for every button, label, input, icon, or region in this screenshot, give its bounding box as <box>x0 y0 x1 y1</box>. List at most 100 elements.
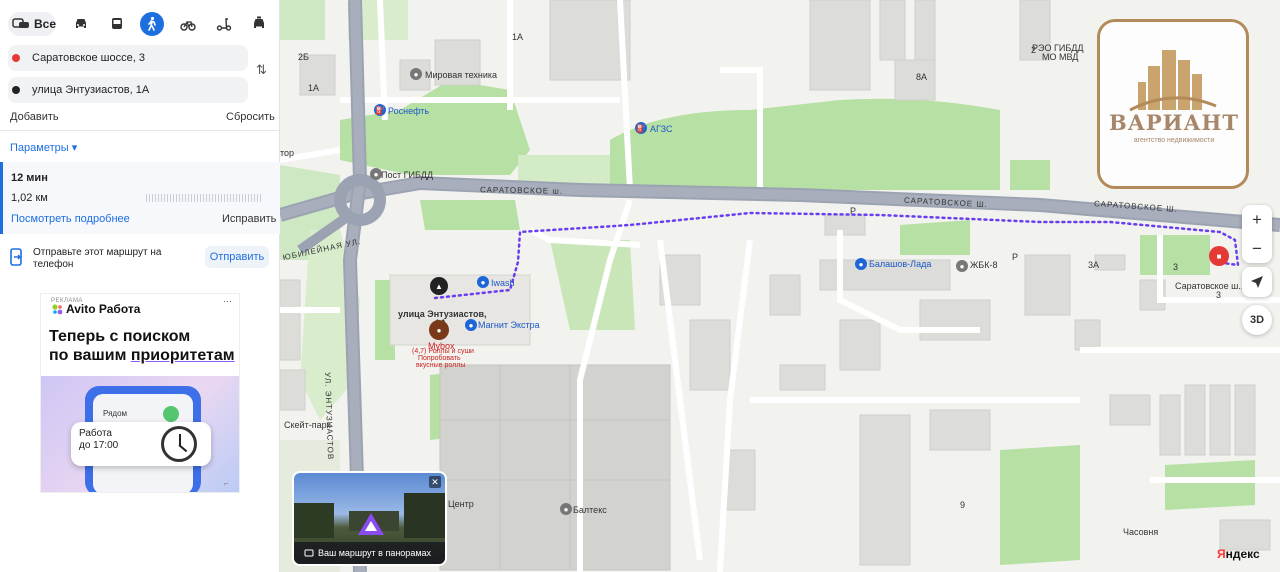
params-button[interactable]: Параметры ▾ <box>10 141 77 154</box>
avito-logo-icon <box>52 304 63 315</box>
ad-banner[interactable]: РЕКЛАМА ⋯ Avito Работа Теперь с поиском … <box>40 293 240 493</box>
map-canvas[interactable]: 2Б 1А 1А 2 8А 3А 3 Р Р тор ● Мировая тех… <box>280 0 1280 572</box>
add-point-button[interactable]: Добавить <box>10 111 59 123</box>
elevation-bar <box>146 194 262 202</box>
to-field[interactable]: улица Энтузиастов, 1А <box>8 77 248 103</box>
start-label: Саратовское ш., <box>1175 281 1244 291</box>
ad-expand-icon[interactable]: ⌐ <box>224 479 229 488</box>
poi-label-balashov[interactable]: Балашов-Лада <box>869 259 931 269</box>
poi-label-mirovaya[interactable]: Мировая техника <box>425 70 497 80</box>
ad-headline: Теперь с поиском по вашим приоритетам <box>49 327 239 365</box>
send-route-button[interactable]: Отправить <box>205 246 269 268</box>
ad-toggle-icon <box>163 406 179 422</box>
location-arrow-icon <box>1251 276 1263 288</box>
car-wash-icon[interactable]: ● <box>477 276 489 288</box>
poi-label-chasovnya[interactable]: Часовня <box>1123 527 1158 537</box>
map-label: 8А <box>916 72 928 82</box>
poi-label-rosneft[interactable]: Роснефть <box>388 106 429 116</box>
send-route-text: Отправьте этот маршрут на телефон <box>33 247 162 270</box>
phone-icon <box>10 248 22 266</box>
poi-label-baltex[interactable]: Балтекс <box>573 505 607 515</box>
finish-pin-icon[interactable]: ▲ <box>430 277 448 295</box>
poi-label-iwash[interactable]: Iwash <box>491 278 515 288</box>
ad-visual: Рядом Работа до 17:00 <box>41 376 239 492</box>
swap-icon[interactable]: ⇅ <box>256 62 267 78</box>
from-value: Саратовское шоссе, 3 <box>32 52 145 64</box>
mode-all-button[interactable]: Все <box>8 12 56 36</box>
ad-brand-label: Avito Работа <box>66 302 141 316</box>
panorama-close-button[interactable]: ✕ <box>429 476 441 488</box>
factory-icon[interactable]: ● <box>956 260 968 272</box>
map-label: 9 <box>960 500 966 510</box>
ad-headline-line1: Теперь с поиском <box>49 328 191 345</box>
zoom-control: + − <box>1242 205 1272 263</box>
ad-headline-line2: по вашим <box>49 347 131 364</box>
from-dot-icon <box>12 54 20 62</box>
poi-label-zhbk[interactable]: ЖБК-8 <box>970 260 997 270</box>
yandex-logo-y: Я <box>1217 547 1226 561</box>
scooter-icon[interactable] <box>212 12 236 36</box>
route-time: 12 мин <box>11 172 48 184</box>
poi-label-mybox-3: вкусные роллы <box>416 362 466 369</box>
ad-menu-icon[interactable]: ⋯ <box>223 296 232 307</box>
agency-logo: ВАРИАНТ агентство недвижимости <box>1097 19 1249 189</box>
ad-card-line2: до 17:00 <box>79 440 119 451</box>
map-label: 1А <box>512 32 524 42</box>
map-label: 3 <box>1173 262 1179 272</box>
ad-card-line1: Работа <box>79 428 112 439</box>
map-label: 1А <box>308 83 320 93</box>
buildings-logo-icon <box>1129 50 1217 112</box>
divider <box>0 130 280 131</box>
fuel-icon[interactable]: ⛽ <box>635 122 647 134</box>
shop-icon[interactable]: ● <box>465 319 477 331</box>
zoom-out-button[interactable]: − <box>1242 234 1272 263</box>
poi-label-skate[interactable]: Скейт-парк <box>284 420 331 430</box>
building-icon[interactable]: ● <box>560 503 572 515</box>
panorama-caption-text: Ваш маршрут в панорамах <box>318 548 432 558</box>
transport-modes: Все <box>0 0 280 46</box>
restaurant-icon[interactable]: ● <box>429 320 449 340</box>
locate-button[interactable] <box>1242 267 1272 297</box>
yandex-logo: Яндекс <box>1217 547 1260 561</box>
yandex-logo-rest: ндекс <box>1225 547 1260 561</box>
reset-button[interactable]: Сбросить <box>226 111 275 123</box>
bus-icon[interactable] <box>105 12 129 36</box>
panorama-icon <box>304 549 314 557</box>
shop-icon[interactable]: ● <box>410 68 422 80</box>
route-fix-link[interactable]: Исправить <box>222 213 276 225</box>
ad-near-label: Рядом <box>103 409 128 418</box>
start-label-2: 3 <box>1216 290 1222 300</box>
logo-subtitle: агентство недвижимости <box>1133 137 1215 144</box>
poi-label-centr[interactable]: Центр <box>448 499 474 509</box>
car-dealer-icon[interactable]: ● <box>855 258 867 270</box>
poi-label-mybox-rating: (4,7) Роллы и суши <box>412 348 474 355</box>
taxi-icon[interactable] <box>247 12 271 36</box>
poi-label-mvd[interactable]: МО МВД <box>1042 52 1078 62</box>
walk-icon[interactable] <box>140 12 164 36</box>
panorama-caption: Ваш маршрут в панорамах <box>294 542 445 564</box>
route-details-link[interactable]: Посмотреть подробнее <box>11 213 130 225</box>
poi-label-mybox-2: Попробовать <box>418 355 461 362</box>
clock-icon <box>161 426 197 462</box>
poi-label-magnit[interactable]: Магнит Экстра <box>478 320 540 330</box>
to-value: улица Энтузиастов, 1А <box>32 84 150 96</box>
car-bus-icon <box>12 18 29 28</box>
fuel-icon[interactable]: ⛽ <box>374 104 386 116</box>
ad-brand: Avito Работа <box>51 302 140 316</box>
bicycle-icon[interactable] <box>176 12 200 36</box>
map-label: Р <box>1012 252 1019 262</box>
start-pin-icon[interactable]: ■ <box>1209 246 1229 266</box>
poi-label-azs[interactable]: АГЗС <box>650 124 673 134</box>
ad-headline-accent: приоритетам <box>130 347 235 364</box>
route-distance: 1,02 км <box>11 192 48 204</box>
zoom-in-button[interactable]: + <box>1242 205 1272 234</box>
ad-near-row: Рядом <box>103 406 183 422</box>
3d-button[interactable]: 3D <box>1242 305 1272 335</box>
route-option-card[interactable]: 12 мин 1,02 км Посмотреть подробнее Испр… <box>0 162 280 234</box>
ad-work-card: Работа до 17:00 <box>71 422 211 466</box>
panorama-preview[interactable]: ✕ Ваш маршрут в панорамах <box>292 471 447 566</box>
poi-label-post[interactable]: Пост ГИБДД <box>381 170 433 180</box>
mode-all-label: Все <box>33 17 56 31</box>
from-field[interactable]: Саратовское шоссе, 3 <box>8 45 248 71</box>
car-icon[interactable] <box>69 12 93 36</box>
